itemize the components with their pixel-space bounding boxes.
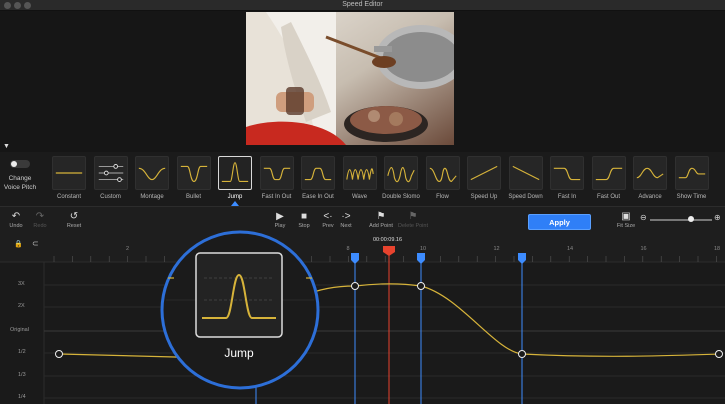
magnifier-overlay: Jump	[160, 230, 320, 390]
jump-preset-zoomed	[195, 252, 283, 338]
magnifier-label: Jump	[224, 346, 254, 360]
